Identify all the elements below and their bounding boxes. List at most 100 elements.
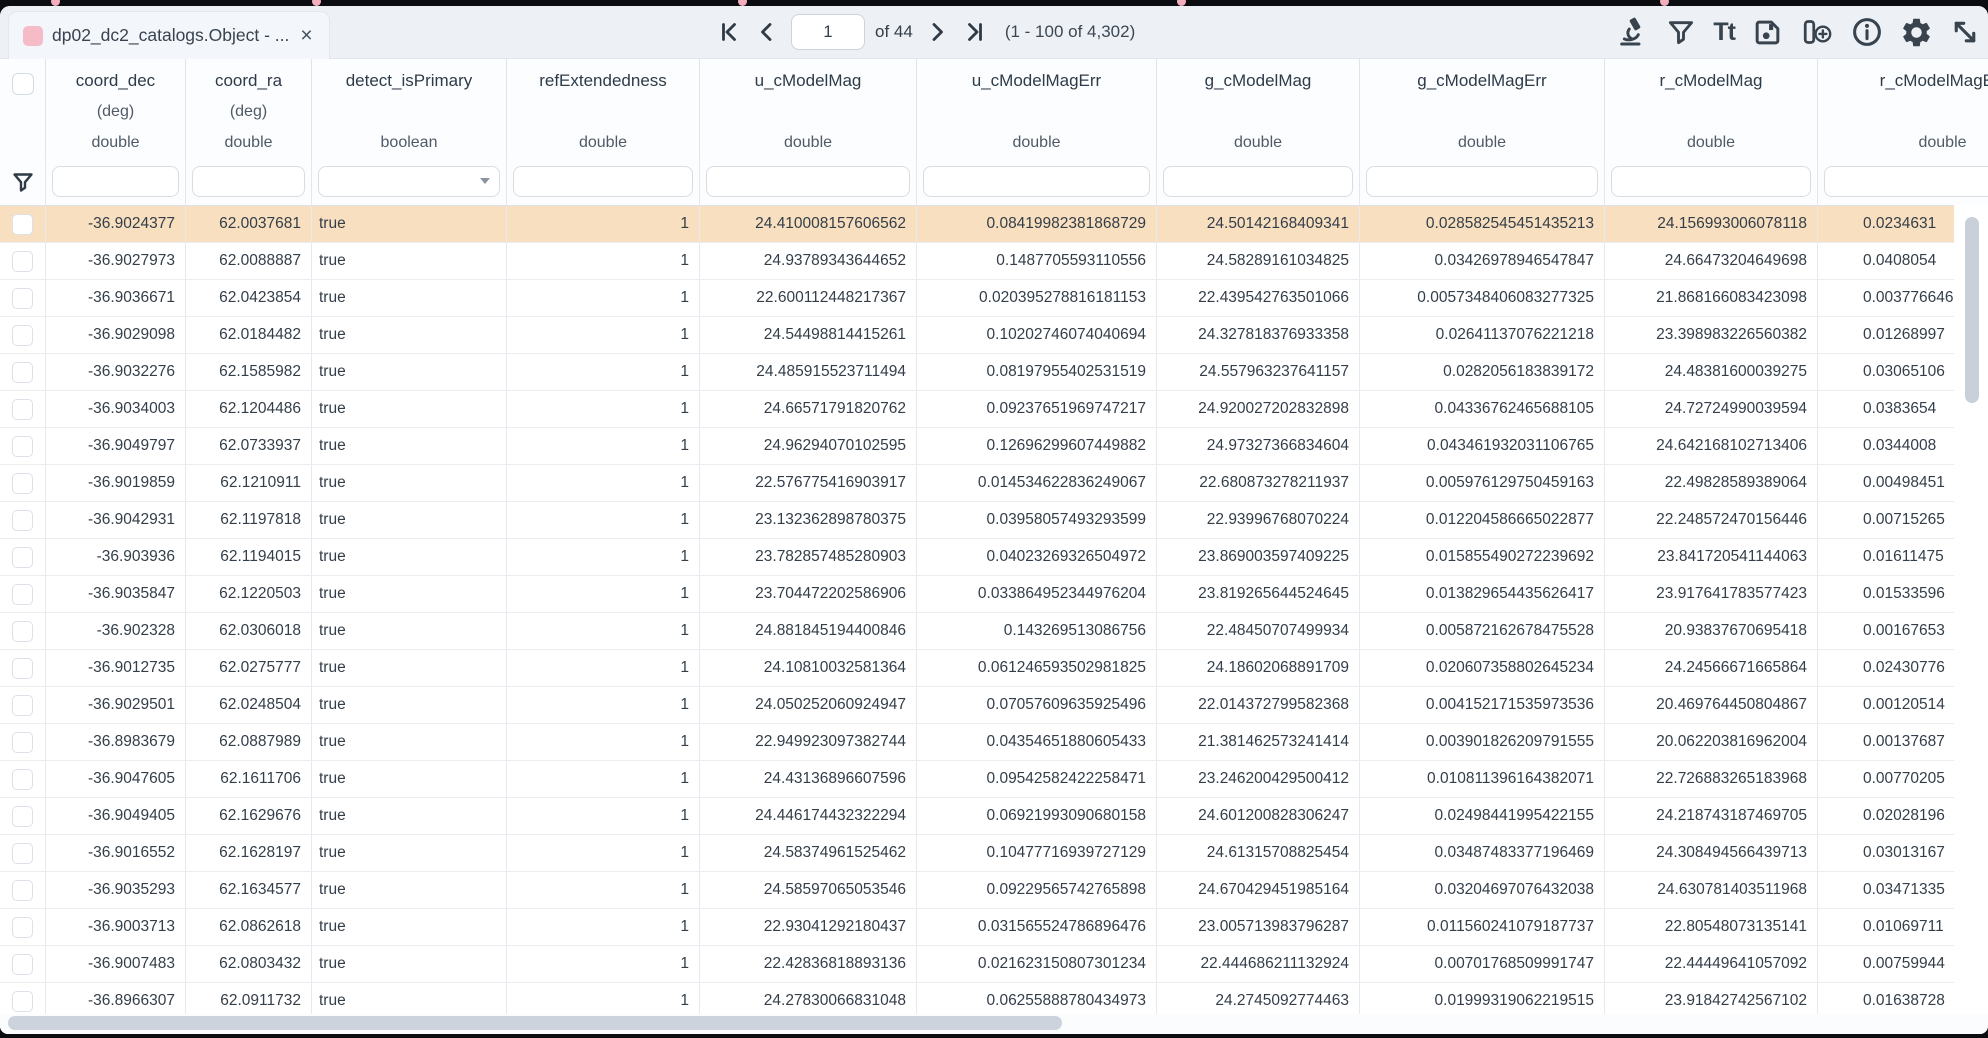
row-checkbox[interactable]: [12, 806, 33, 827]
add-column-button[interactable]: [1798, 13, 1836, 51]
tab-object-catalog[interactable]: dp02_dc2_catalogs.Object - ... ×: [8, 11, 330, 59]
row-checkbox[interactable]: [12, 584, 33, 605]
table-row[interactable]: -36.903227662.1585982true124.48591552371…: [0, 354, 1988, 391]
settings-button[interactable]: [1898, 14, 1935, 51]
row-checkbox[interactable]: [12, 288, 33, 309]
cell-coord_dec: -36.9035847: [46, 576, 186, 612]
filter-input-u_cModelMag[interactable]: [706, 166, 910, 197]
table-row[interactable]: -36.901655262.1628197true124.58374961525…: [0, 835, 1988, 872]
expand-button[interactable]: [1948, 15, 1982, 49]
row-checkbox[interactable]: [12, 251, 33, 272]
save-button[interactable]: [1750, 15, 1785, 50]
table-row[interactable]: -36.904293162.1197818true123.13236289878…: [0, 502, 1988, 539]
table-row[interactable]: -36.90393662.1194015true123.782857485280…: [0, 539, 1988, 576]
table-row[interactable]: -36.900371362.0862618true122.93041292180…: [0, 909, 1988, 946]
table-row[interactable]: -36.902950162.0248504true124.05025206092…: [0, 687, 1988, 724]
filter-input-coord_ra[interactable]: [192, 166, 305, 197]
vertical-scrollbar[interactable]: [1954, 205, 1988, 1014]
row-checkbox[interactable]: [12, 695, 33, 716]
table-row[interactable]: -36.902437762.0037681true124.41000815760…: [0, 206, 1988, 243]
table-row[interactable]: -36.898367962.0887989true122.94992309738…: [0, 724, 1988, 761]
table-row[interactable]: -36.900748362.0803432true122.42836818893…: [0, 946, 1988, 983]
table-row[interactable]: -36.902797362.0088887true124.93789343644…: [0, 243, 1988, 280]
filter-input-u_cModelMagErr[interactable]: [923, 166, 1150, 197]
column-header-g_cModelMagErr[interactable]: g_cModelMagErrdouble: [1360, 59, 1605, 158]
table-row[interactable]: -36.903529362.1634577true124.58597065053…: [0, 872, 1988, 909]
last-page-button[interactable]: [961, 18, 989, 46]
row-checkbox[interactable]: [12, 843, 33, 864]
row-checkbox[interactable]: [12, 510, 33, 531]
text-view-button[interactable]: Tt: [1711, 16, 1737, 49]
column-header-refExtendedness[interactable]: refExtendednessdouble: [507, 59, 700, 158]
cell-g_cModelMagErr: 0.0057348406083277325: [1360, 280, 1605, 316]
filter-input-detect_isPrimary[interactable]: [318, 166, 500, 197]
vertical-scrollbar-thumb[interactable]: [1965, 217, 1979, 403]
column-header-detect_isPrimary[interactable]: detect_isPrimaryboolean: [312, 59, 507, 158]
row-checkbox[interactable]: [12, 547, 33, 568]
table-row[interactable]: -36.902909862.0184482true124.54498814415…: [0, 317, 1988, 354]
table-row[interactable]: -36.901273562.0275777true124.10810032581…: [0, 650, 1988, 687]
microscope-button[interactable]: [1615, 14, 1651, 50]
column-header-g_cModelMag[interactable]: g_cModelMagdouble: [1157, 59, 1360, 158]
column-header-r_cModelMag[interactable]: r_cModelMagdouble: [1605, 59, 1818, 158]
select-all-checkbox[interactable]: [12, 73, 34, 95]
cell-coord_dec: -36.9019859: [46, 465, 186, 501]
row-checkbox[interactable]: [12, 399, 33, 420]
filter-input-g_cModelMag[interactable]: [1163, 166, 1353, 197]
page-number-input[interactable]: [791, 14, 865, 50]
cell-g_cModelMagErr: 0.003901826209791555: [1360, 724, 1605, 760]
row-checkbox[interactable]: [12, 954, 33, 975]
row-checkbox[interactable]: [12, 473, 33, 494]
row-checkbox[interactable]: [12, 917, 33, 938]
column-header-coord_ra[interactable]: coord_ra(deg)double: [186, 59, 312, 158]
table-row[interactable]: -36.896630762.0911732true124.27830066831…: [0, 983, 1988, 1014]
row-checkbox[interactable]: [12, 436, 33, 457]
cell-detect_isPrimary: true: [312, 317, 507, 353]
filter-button[interactable]: [1664, 15, 1698, 49]
row-checkbox[interactable]: [12, 880, 33, 901]
cell-r_cModelMag: 21.868166083423098: [1605, 280, 1818, 316]
row-checkbox[interactable]: [12, 362, 33, 383]
horizontal-scrollbar[interactable]: [0, 1014, 1988, 1034]
info-button[interactable]: [1849, 14, 1885, 50]
chevron-right-icon: [925, 20, 949, 44]
row-checkbox[interactable]: [12, 621, 33, 642]
filter-input-r_cModelMag[interactable]: [1611, 166, 1811, 197]
table-row[interactable]: -36.904940562.1629676true124.44617443232…: [0, 798, 1988, 835]
table-row[interactable]: -36.901985962.1210911true122.57677541690…: [0, 465, 1988, 502]
column-header-u_cModelMag[interactable]: u_cModelMagdouble: [700, 59, 917, 158]
cell-g_cModelMagErr: 0.03487483377196469: [1360, 835, 1605, 871]
row-checkbox[interactable]: [12, 991, 33, 1012]
tab-close-button[interactable]: ×: [298, 25, 314, 46]
cell-g_cModelMagErr: 0.03204697076432038: [1360, 872, 1605, 908]
table-row[interactable]: -36.904979762.0733937true124.96294070102…: [0, 428, 1988, 465]
column-header-coord_dec[interactable]: coord_dec(deg)double: [46, 59, 186, 158]
column-type: double: [579, 134, 627, 152]
filter-cell-r_cModelMag: [1605, 158, 1818, 205]
table-row[interactable]: -36.903667162.0423854true122.60011244821…: [0, 280, 1988, 317]
row-checkbox[interactable]: [12, 325, 33, 346]
column-header-u_cModelMagErr[interactable]: u_cModelMagErrdouble: [917, 59, 1157, 158]
cell-coord_ra: 62.0306018: [186, 613, 312, 649]
filter-input-g_cModelMagErr[interactable]: [1366, 166, 1598, 197]
row-checkbox[interactable]: [12, 769, 33, 790]
table-row[interactable]: -36.904760562.1611706true124.43136896607…: [0, 761, 1988, 798]
prev-page-button[interactable]: [753, 18, 781, 46]
row-checkbox[interactable]: [12, 732, 33, 753]
row-checkbox[interactable]: [12, 214, 33, 235]
filter-input-refExtendedness[interactable]: [513, 166, 693, 197]
cell-g_cModelMag: 24.97327366834604: [1157, 428, 1360, 464]
table-row[interactable]: -36.90232862.0306018true124.881845194400…: [0, 613, 1988, 650]
next-page-button[interactable]: [923, 18, 951, 46]
first-page-button[interactable]: [715, 18, 743, 46]
horizontal-scrollbar-thumb[interactable]: [8, 1016, 1062, 1030]
cell-u_cModelMagErr: 0.09237651969747217: [917, 391, 1157, 427]
filter-input-coord_dec[interactable]: [52, 166, 179, 197]
row-checkbox[interactable]: [12, 658, 33, 679]
column-header-r_cModelMagErr[interactable]: r_cModelMagErrdouble: [1818, 59, 1988, 158]
filter-input-r_cModelMagErr[interactable]: [1824, 166, 1988, 197]
table-row[interactable]: -36.903584762.1220503true123.70447220258…: [0, 576, 1988, 613]
cell-coord_dec: -36.9003713: [46, 909, 186, 945]
filter-cell-detect_isPrimary: [312, 158, 507, 205]
table-row[interactable]: -36.903400362.1204486true124.66571791820…: [0, 391, 1988, 428]
